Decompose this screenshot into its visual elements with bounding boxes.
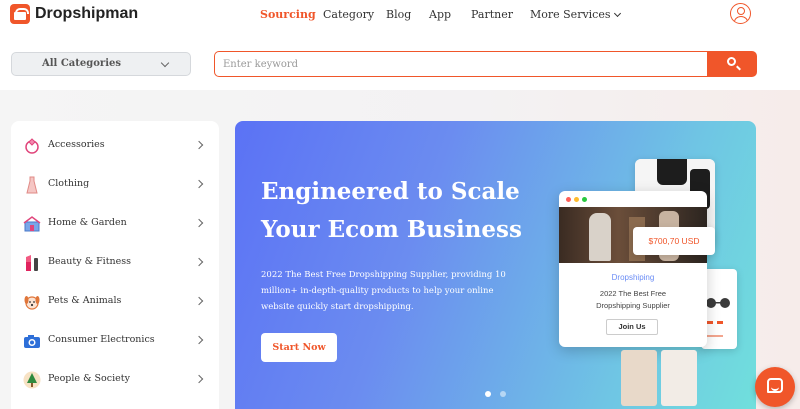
slide-dot[interactable] [500,391,506,397]
chevron-down-icon [160,58,170,68]
mockup-brand: Dropshiping [611,273,655,282]
chevron-right-icon [194,218,204,228]
banner-title-line2: Your Ecom Business [261,216,522,243]
nav-sourcing[interactable]: Sourcing [260,8,316,21]
nav-more-services-label: More Services [530,8,611,21]
sidebar-item-home-garden[interactable]: Home & Garden [11,211,219,241]
sidebar-item-label: Clothing [48,178,90,189]
sidebar-item-accessories[interactable]: Accessories [11,133,219,163]
search-icon [727,57,736,66]
nav-more-services[interactable]: More Services [530,8,621,21]
slide-dot-active[interactable] [485,391,491,397]
category-select-label: All Categories [42,58,121,69]
user-account-icon[interactable] [730,3,751,24]
chevron-right-icon [194,335,204,345]
banner-title-line1: Engineered to Scale [261,178,520,205]
chat-icon [767,378,783,393]
sidebar-item-beauty-fitness[interactable]: Beauty & Fitness [11,250,219,280]
dog-icon [24,296,40,310]
nav-category[interactable]: Category [323,8,374,21]
sidebar-item-label: Pets & Animals [48,295,122,306]
sidebar-item-label: Consumer Electronics [48,334,155,345]
chevron-right-icon [194,374,204,384]
mockup-subtitle-line2: Dropshipping Supplier [596,301,670,310]
gem-ring-icon [25,138,39,154]
sidebar-item-label: Beauty & Fitness [48,256,132,267]
sidebar-item-label: People & Society [48,373,130,384]
chevron-down-icon [613,9,621,18]
top-header: Dropshipman Sourcing Category Blog App P… [0,0,800,30]
start-now-button[interactable]: Start Now [261,333,337,362]
live-chat-button[interactable] [755,367,795,407]
product-thumb-2 [661,350,697,406]
chevron-right-icon [194,296,204,306]
chevron-right-icon [194,257,204,267]
dress-icon [26,176,38,194]
nav-blog[interactable]: Blog [386,8,411,21]
sidebar-item-consumer-electronics[interactable]: Consumer Electronics [11,328,219,358]
main-nav: Sourcing Category Blog App Partner More … [0,8,800,24]
window-minimize-dot [574,197,579,202]
sidebar-item-label: Accessories [48,139,105,150]
home-garden-icon [23,216,41,232]
search-input[interactable] [214,51,709,77]
mockup-subtitle-line1: 2022 The Best Free [599,289,667,298]
window-close-dot [566,197,571,202]
hero-banner: Engineered to Scale Your Ecom Business 2… [235,121,756,409]
chevron-right-icon [194,140,204,150]
banner-description: 2022 The Best Free Dropshipping Supplier… [261,270,506,312]
christmas-tree-icon [23,371,41,389]
product-thumb-1 [621,350,657,406]
sidebar-item-label: Home & Garden [48,217,127,228]
sidebar-item-clothing[interactable]: Clothing [11,172,219,202]
nav-partner[interactable]: Partner [471,8,513,21]
camera-icon [24,335,40,348]
sidebar-item-pets-animals[interactable]: Pets & Animals [11,289,219,319]
chevron-right-icon [194,179,204,189]
price-tag: $700,70 USD [633,227,715,255]
lipstick-icon [26,255,38,271]
storefront-mockup: Dropshiping 2022 The Best Free Dropshipp… [559,191,707,347]
category-sidebar: Accessories Clothing Home & Garden Beaut… [11,121,219,409]
sidebar-item-people-society[interactable]: People & Society [11,367,219,397]
window-maximize-dot [582,197,587,202]
nav-app[interactable]: App [429,8,451,21]
join-us-button: Join Us [606,319,658,335]
search-button[interactable] [707,51,757,77]
category-select[interactable]: All Categories [11,52,191,76]
